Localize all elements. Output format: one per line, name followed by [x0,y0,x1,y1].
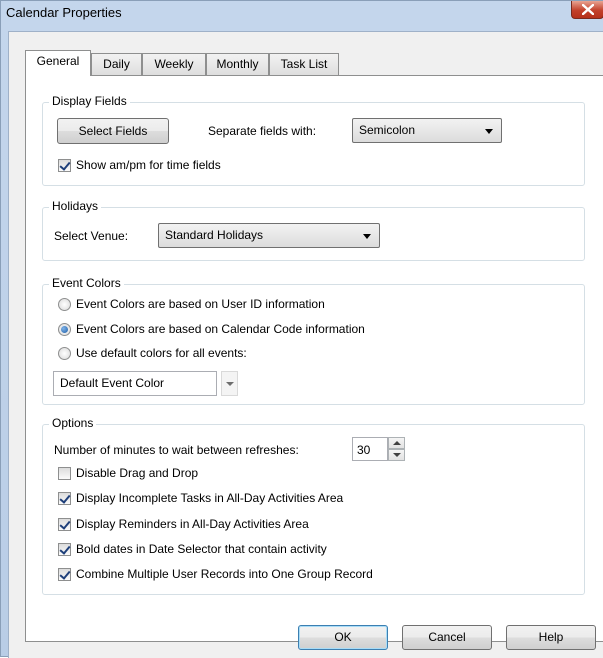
combine-records-label: Combine Multiple User Records into One G… [76,567,373,581]
dialog-window: Calendar Properties General Daily Weekly… [0,0,603,658]
refresh-value: 30 [357,443,371,457]
tab-label: General [36,54,80,68]
radio-user-id[interactable] [58,298,71,311]
tab-daily[interactable]: Daily [91,53,142,75]
close-icon [582,4,594,15]
window-title: Calendar Properties [6,5,122,20]
reminders-label: Display Reminders in All-Day Activities … [76,517,309,531]
options-title: Options [49,416,97,430]
general-tab-panel: Display Fields Select Fields Separate fi… [25,75,603,642]
bold-dates-checkbox[interactable] [58,543,71,556]
radio-default-colors[interactable] [58,347,71,360]
chevron-down-icon [226,382,234,386]
close-button[interactable] [571,1,603,19]
default-color-select: Default Event Color [53,371,217,396]
cancel-button[interactable]: Cancel [402,625,492,650]
radio-calendar-code-label: Event Colors are based on Calendar Code … [76,322,365,336]
select-fields-button[interactable]: Select Fields [57,118,169,144]
tab-label: Daily [103,57,130,71]
show-ampm-checkbox[interactable] [58,159,71,172]
tab-monthly[interactable]: Monthly [206,53,269,75]
venue-value: Standard Holidays [165,228,264,242]
tab-weekly[interactable]: Weekly [142,53,206,75]
venue-select[interactable]: Standard Holidays [158,223,380,248]
spin-down-button[interactable] [388,449,405,461]
refresh-label: Number of minutes to wait between refres… [54,443,299,457]
radio-user-id-label: Event Colors are based on User ID inform… [76,297,325,311]
tab-general[interactable]: General [25,50,91,76]
radio-calendar-code[interactable] [58,323,71,336]
separate-fields-label: Separate fields with: [208,124,317,138]
dialog-client: General Daily Weekly Monthly Task List D… [8,31,603,658]
tab-label: Task List [280,57,328,71]
separator-select[interactable]: Semicolon [352,118,502,143]
help-button[interactable]: Help [506,625,596,650]
tab-label: Monthly [216,57,259,71]
spin-up-button[interactable] [388,437,405,449]
default-color-dropdown-button [221,371,238,396]
bold-dates-label: Bold dates in Date Selector that contain… [76,542,327,556]
reminders-checkbox[interactable] [58,518,71,531]
venue-label: Select Venue: [54,229,129,243]
display-fields-title: Display Fields [49,94,130,108]
chevron-down-icon [363,234,371,239]
incomplete-tasks-label: Display Incomplete Tasks in All-Day Acti… [76,491,344,505]
spin-down-icon [393,453,401,457]
combine-records-checkbox[interactable] [58,568,71,581]
show-ampm-label: Show am/pm for time fields [76,158,221,172]
disable-drag-drop-label: Disable Drag and Drop [76,466,199,480]
event-colors-title: Event Colors [49,276,124,290]
spin-up-icon [393,441,401,445]
radio-default-colors-label: Use default colors for all events: [76,346,247,360]
ok-button[interactable]: OK [298,625,388,650]
display-fields-group [42,102,585,186]
tab-label: Weekly [154,57,194,71]
disable-drag-drop-checkbox[interactable] [58,467,71,480]
incomplete-tasks-checkbox[interactable] [58,492,71,505]
refresh-input[interactable]: 30 [352,437,388,461]
chevron-down-icon [485,129,493,134]
tab-task-list[interactable]: Task List [269,53,339,75]
title-bar: Calendar Properties [1,1,603,23]
default-color-value: Default Event Color [60,376,165,390]
separator-value: Semicolon [359,123,416,137]
holidays-title: Holidays [49,199,102,213]
